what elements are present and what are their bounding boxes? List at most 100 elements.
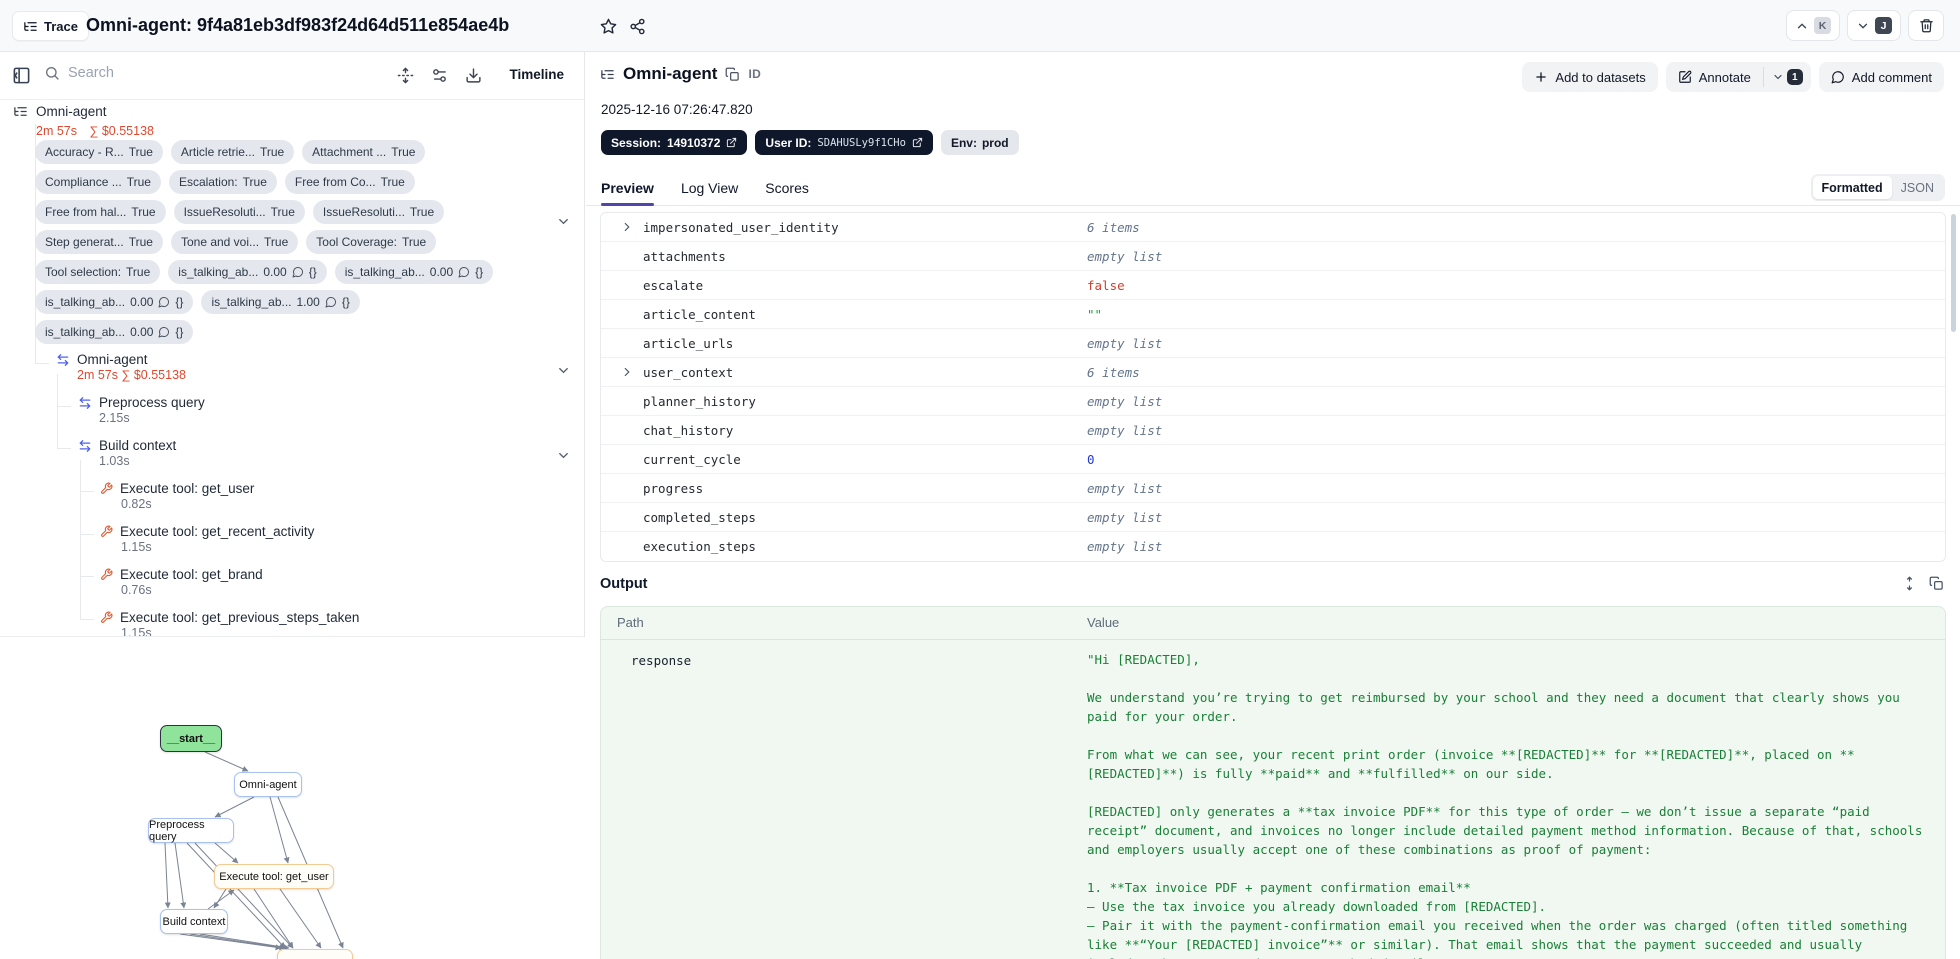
graph-node--start-[interactable]: __start__	[160, 725, 222, 752]
graph-edge	[269, 796, 290, 864]
score-badge[interactable]: is_talking_ab... 0.00 {}	[35, 320, 194, 344]
input-row-attachments[interactable]: attachments empty list	[601, 242, 1945, 271]
delete-trace-button[interactable]	[1908, 10, 1944, 41]
expand-output-icon[interactable]	[1902, 576, 1917, 591]
shortcut-key-k: K	[1814, 17, 1831, 34]
span-arrows-icon	[79, 396, 91, 409]
tree-node-preprocess-query[interactable]: Preprocess query 2.15s	[0, 395, 584, 438]
search-input[interactable]	[68, 65, 328, 81]
input-row-article_content[interactable]: article_content ""	[601, 300, 1945, 329]
graph-node-omni-agent[interactable]: Omni-agent	[234, 772, 302, 797]
input-row-completed_steps[interactable]: completed_steps empty list	[601, 503, 1945, 532]
annotate-button[interactable]: Annotate	[1666, 62, 1763, 92]
score-badge[interactable]: IssueResoluti... True	[312, 200, 445, 224]
input-row-chat_history[interactable]: chat_history empty list	[601, 416, 1945, 445]
input-row-progress[interactable]: progress empty list	[601, 474, 1945, 503]
score-badge-name: is_talking_ab...	[45, 325, 126, 339]
graph-node-build-context[interactable]: Build context	[160, 909, 228, 934]
format-formatted[interactable]: Formatted	[1812, 176, 1892, 199]
next-trace-button[interactable]: J	[1847, 10, 1901, 41]
input-row-user_context[interactable]: user_context 6 items	[601, 358, 1945, 387]
chevron-down-icon[interactable]	[556, 363, 571, 378]
input-row-execution_steps[interactable]: execution_steps empty list	[601, 532, 1945, 561]
score-badge[interactable]: Free from hal... True	[35, 200, 166, 224]
annotate-more-button[interactable]: 1	[1764, 62, 1811, 92]
star-icon[interactable]	[600, 18, 617, 35]
prev-trace-button[interactable]: K	[1786, 10, 1840, 41]
download-icon[interactable]	[465, 67, 482, 84]
chevron-down-icon[interactable]	[556, 448, 571, 463]
score-badge-value: 0.00	[263, 265, 287, 279]
copy-id-icon[interactable]	[725, 67, 740, 82]
score-badge[interactable]: Article retrie... True	[170, 140, 295, 164]
graph-node-execute-tool-get-user[interactable]: Execute tool: get_user	[214, 864, 334, 889]
detail-tabs: Preview Log View Scores Formatted JSON	[586, 170, 1960, 206]
score-badge-value: True	[264, 235, 289, 249]
input-value: empty list	[1087, 394, 1163, 409]
expand-chevron-icon[interactable]	[620, 365, 634, 379]
tree-node-omni-agent[interactable]: Omni-agent 2m 57s ∑ $0.55138	[0, 352, 584, 395]
copy-output-icon[interactable]	[1929, 576, 1944, 591]
share-icon[interactable]	[629, 18, 646, 35]
score-badge[interactable]: Tone and voi... True	[170, 230, 299, 254]
comment-bubble-icon	[158, 327, 170, 338]
output-path: response	[631, 653, 692, 668]
tab-preview[interactable]: Preview	[601, 180, 654, 206]
input-value: empty list	[1087, 423, 1163, 438]
score-badge[interactable]: Tool selection: True	[35, 260, 161, 284]
score-badge[interactable]: Tool Coverage: True	[306, 230, 437, 254]
graph-node-preprocess-query[interactable]: Preprocess query	[148, 818, 234, 843]
input-row-impersonated_user_identity[interactable]: impersonated_user_identity 6 items	[601, 213, 1945, 242]
tree-node-label: Execute tool: get_previous_steps_taken	[120, 610, 360, 625]
add-to-datasets-button[interactable]: Add to datasets	[1522, 62, 1658, 92]
score-badge[interactable]: Compliance ... True	[35, 170, 161, 194]
annotation-count-badge: 1	[1786, 69, 1803, 85]
score-badge[interactable]: IssueResoluti... True	[173, 200, 305, 224]
score-badge-name: Step generat...	[45, 235, 124, 249]
session-value: 14910372	[667, 135, 721, 150]
score-badge[interactable]: is_talking_ab... 0.00 {}	[35, 290, 194, 314]
trace-label: Trace	[44, 18, 78, 34]
tree-node-execute-tool-get-user[interactable]: Execute tool: get_user 0.82s	[0, 481, 584, 524]
input-row-article_urls[interactable]: article_urls empty list	[601, 329, 1945, 358]
tab-log-view[interactable]: Log View	[681, 180, 738, 205]
tab-scores[interactable]: Scores	[765, 180, 809, 205]
tree-root-omni-agent[interactable]: Omni-agent	[13, 104, 107, 119]
score-badge-value: True	[242, 175, 267, 189]
score-badge[interactable]: Step generat... True	[35, 230, 163, 254]
score-badge[interactable]: Accuracy - R... True	[35, 140, 163, 164]
tree-node-build-context[interactable]: Build context 1.03s	[0, 438, 584, 481]
score-badge[interactable]: is_talking_ab... 0.00 {}	[334, 260, 494, 284]
score-badge-suffix: {}	[175, 295, 184, 309]
score-badge-value: True	[270, 205, 295, 219]
input-value: empty list	[1087, 510, 1163, 525]
score-badge[interactable]: Free from Co... True	[284, 170, 415, 194]
input-row-escalate[interactable]: escalate false	[601, 271, 1945, 300]
graph-node-clipped[interactable]	[277, 949, 353, 959]
expand-chevron-icon[interactable]	[620, 220, 634, 234]
id-label[interactable]: ID	[748, 67, 761, 81]
score-badge[interactable]: Attachment ... True	[302, 140, 426, 164]
tree-node-execute-tool-get-brand[interactable]: Execute tool: get_brand 0.76s	[0, 567, 584, 610]
unfold-all-icon[interactable]	[397, 67, 414, 84]
add-comment-button[interactable]: Add comment	[1818, 62, 1944, 92]
score-badge-suffix: {}	[475, 265, 484, 279]
chevron-down-icon[interactable]	[556, 214, 571, 229]
settings-sliders-icon[interactable]	[431, 67, 448, 84]
input-row-planner_history[interactable]: planner_history empty list	[601, 387, 1945, 416]
tree-node-execute-tool-get-recent-activity[interactable]: Execute tool: get_recent_activity 1.15s	[0, 524, 584, 567]
scrollbar-thumb[interactable]	[1951, 214, 1956, 332]
tree-node-execute-tool-get-previous-steps-taken[interactable]: Execute tool: get_previous_steps_taken 1.…	[0, 610, 584, 636]
user-id-badge[interactable]: User ID: SDAHUSLy9f1CHo	[755, 130, 933, 155]
collapse-panel-icon[interactable]	[12, 66, 31, 85]
timeline-toggle[interactable]: Timeline	[509, 67, 564, 82]
input-row-current_cycle[interactable]: current_cycle 0	[601, 445, 1945, 474]
score-badge-name: IssueResoluti...	[183, 205, 266, 219]
format-json[interactable]: JSON	[1892, 176, 1943, 199]
score-badge[interactable]: Escalation: True	[168, 170, 277, 194]
root-cost: ∑ $0.55138	[89, 124, 154, 138]
score-badge[interactable]: is_talking_ab... 0.00 {}	[168, 260, 327, 284]
graph-edge	[214, 796, 255, 818]
session-badge[interactable]: Session: 14910372	[601, 130, 748, 155]
score-badge[interactable]: is_talking_ab... 1.00 {}	[201, 290, 360, 314]
